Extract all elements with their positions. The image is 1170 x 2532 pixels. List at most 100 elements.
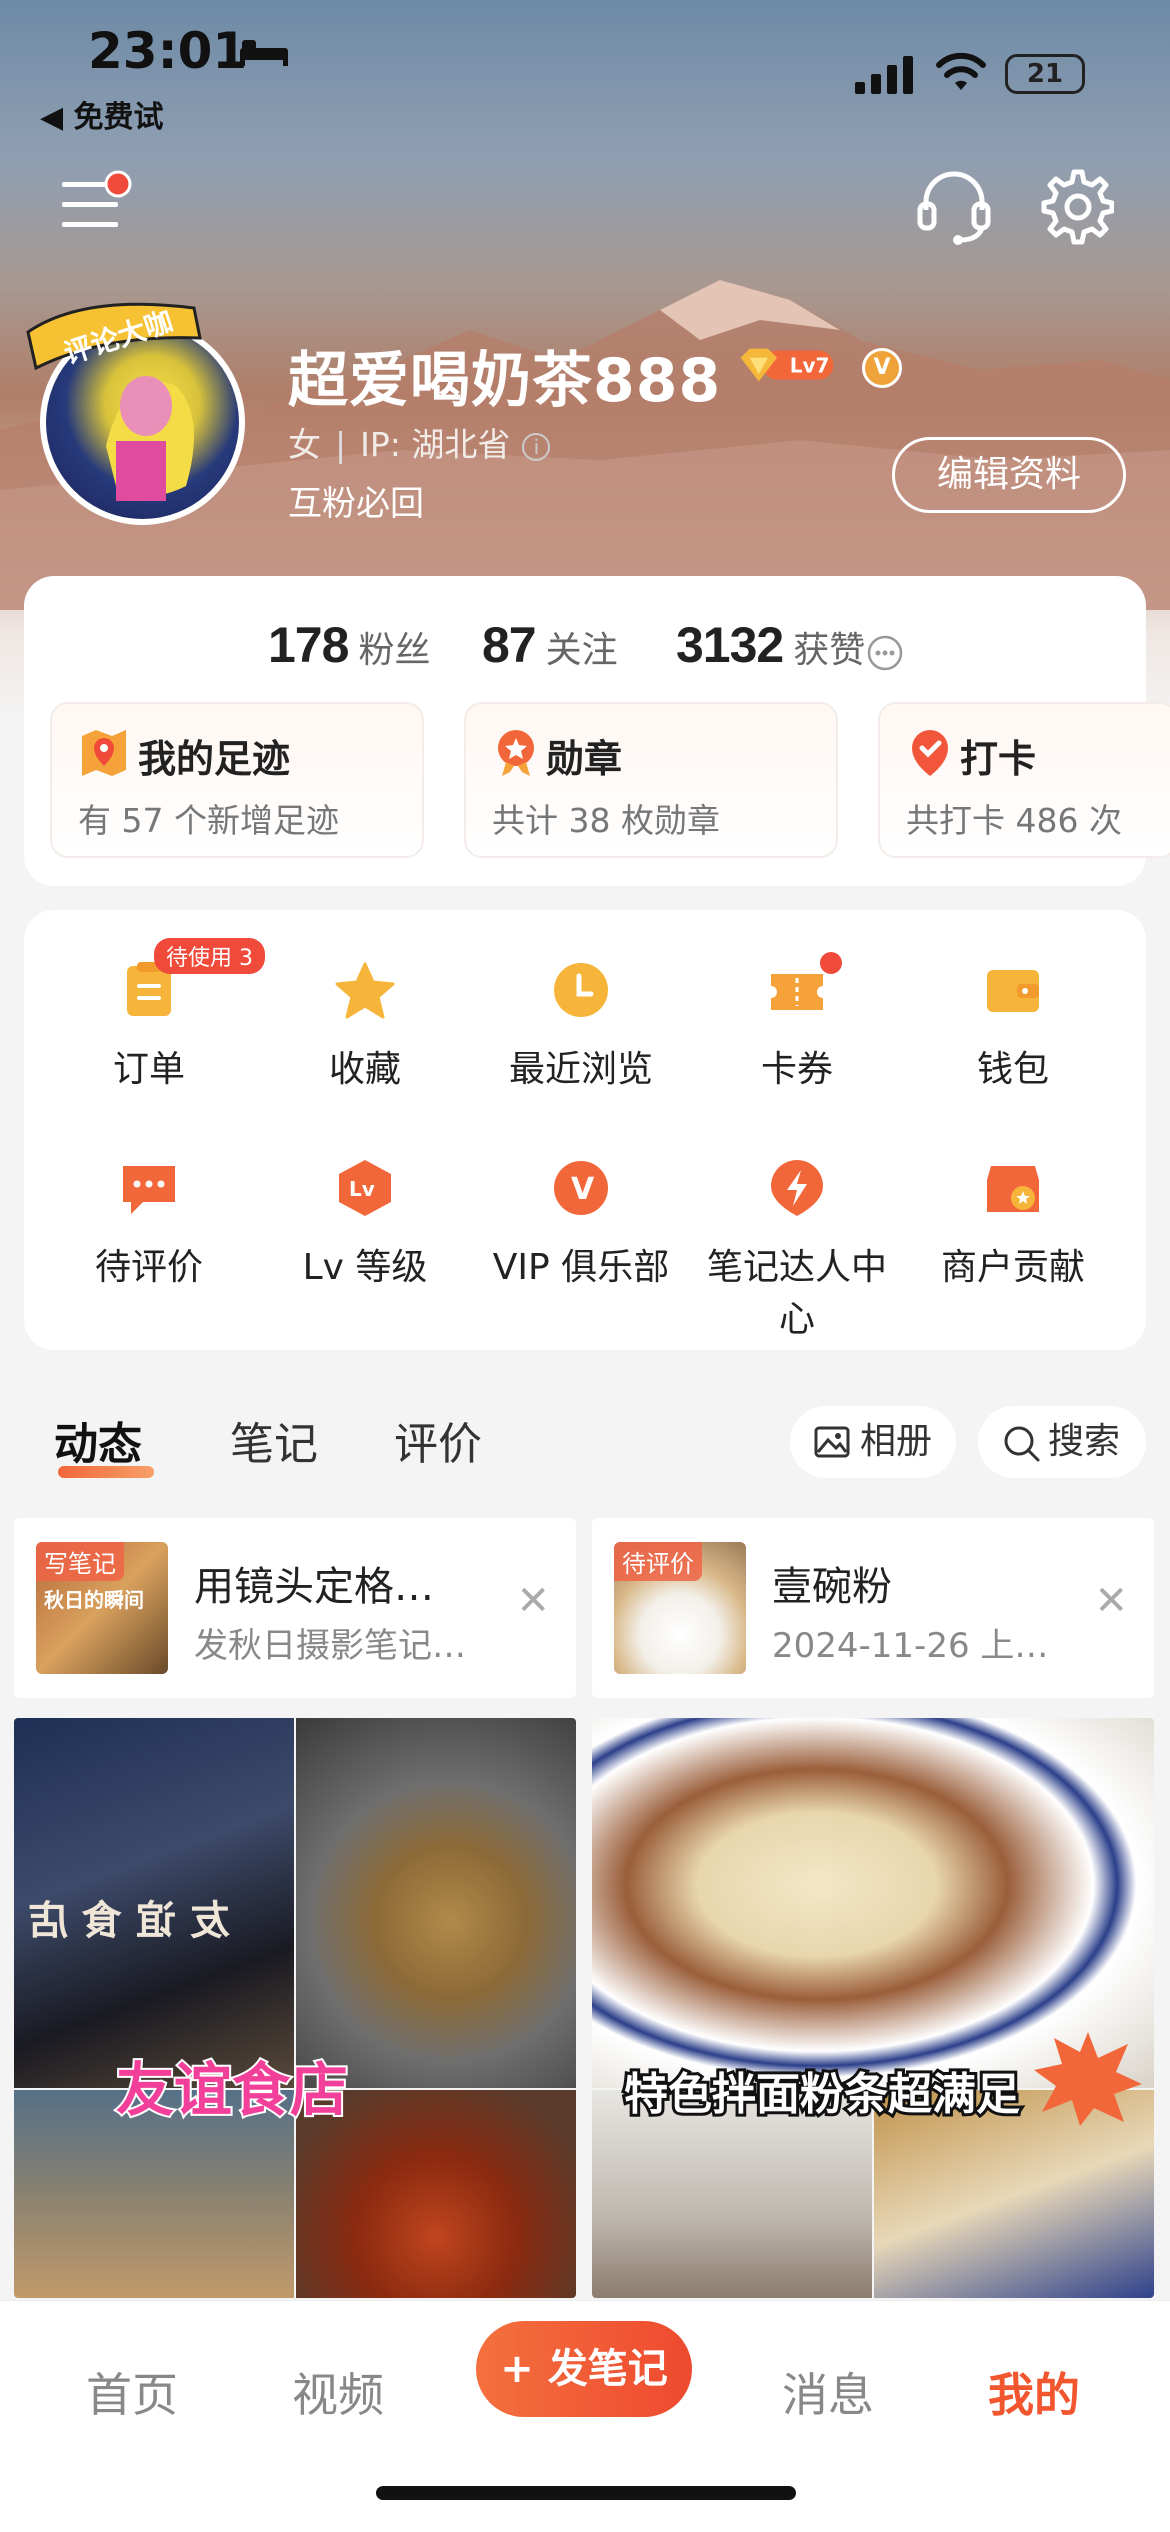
map-footprint-icon [82,730,126,776]
content-tabs: 动态 笔记 评价 相册 搜索 [0,1380,1170,1480]
grid-item-pending-review[interactable]: 待评价 [44,1138,254,1288]
publish-note-button[interactable]: + 发笔记 [476,2321,692,2417]
draft-thumbnail: 写笔记 秋日的瞬间 [36,1542,168,1674]
stat-followers[interactable]: 178 粉丝 [268,616,430,674]
grid-label-wallet: 钱包 [976,1049,1049,1090]
medal-icon [498,730,534,776]
vip-icon-glyph: V [571,1172,595,1207]
star-icon [335,962,395,1019]
grid-item-wallet[interactable]: 钱包 [908,940,1118,1090]
sleep-mode-icon [240,40,288,66]
grid-item-creator-center[interactable]: 笔记达人中心 [692,1138,902,1340]
tab-notes[interactable]: 笔记 [230,1408,318,1472]
active-tab-indicator [58,1466,154,1478]
stats-card: 178 粉丝 87 关注 3132 获赞 我的足迹 有 57 个新增足迹 勋章 共计 … [24,576,1170,886]
post-photo-fried-rice [296,1718,576,2088]
stat-following[interactable]: 87 关注 [482,616,618,674]
nav-video[interactable]: 视频 [292,2359,384,2425]
post-card-noodles[interactable]: 特色拌面粉条超满足 [592,1718,1154,2298]
checkin-pin-icon [912,730,948,776]
meta-divider: | [335,425,347,464]
customer-service-icon[interactable] [916,166,992,246]
battery-indicator: 21 [1005,54,1085,94]
tab-reviews[interactable]: 评价 [394,1408,482,1472]
grid-item-merchant-contribution[interactable]: 商户贡献 [908,1138,1118,1288]
grid-label-recent: 最近浏览 [508,1049,653,1090]
grid-label-orders: 订单 [112,1049,185,1090]
image-icon [814,1426,850,1458]
search-label: 搜索 [1048,1421,1121,1462]
starburst-sticker [1034,2032,1142,2126]
followers-label: 粉丝 [358,630,431,671]
back-to-app-link[interactable]: ◀ 免费试 [40,92,164,136]
grid-item-level[interactable]: Lv Lv 等级 [260,1138,470,1288]
likes-label: 获赞 [793,630,866,671]
wallet-icon [987,970,1039,1012]
grid-label-merchant-contribution: 商户贡献 [940,1247,1085,1288]
post-card-restaurant[interactable]: 友谊食店 友谊食店 [14,1718,576,2298]
tile-footprints[interactable]: 我的足迹 有 57 个新增足迹 [50,702,424,858]
draft-card-note[interactable]: 写笔记 秋日的瞬间 用镜头定格… 发秋日摄影笔记… ✕ [14,1518,576,1698]
orders-pending-badge: 待使用 3 [154,938,265,974]
more-options-icon[interactable] [866,634,904,672]
status-time: 23:01 [88,22,248,80]
menu-icon[interactable] [58,170,138,236]
draft-subtitle: 2024-11-26 上… [772,1626,1049,1666]
grid-item-favorites[interactable]: 收藏 [260,940,470,1090]
cellular-signal-icon [855,56,913,94]
draft-title: 壹碗粉 [772,1564,892,1610]
grid-item-coupons[interactable]: 卡券 [692,940,902,1090]
tile-checkin[interactable]: 打卡 共打卡 486 次 [878,702,1170,858]
followers-count: 178 [268,617,349,673]
ticket-icon [771,974,823,1010]
tile-footprints-sub: 有 57 个新增足迹 [78,801,339,840]
stat-likes[interactable]: 3132 获赞 [676,616,865,674]
commenter-badge: 评论大咖 [24,298,224,378]
post-photo-storefront: 友谊食店 [14,1718,294,2088]
level-icon: Lv [339,1160,391,1216]
close-icon[interactable]: ✕ [516,1578,550,1624]
tile-checkin-title: 打卡 [960,737,1037,781]
grid-label-coupons: 卡券 [760,1049,833,1090]
nav-home[interactable]: 首页 [86,2359,178,2425]
storefront-sign-text: 友谊食店 [14,1898,230,1944]
grid-label-vip: VIP 俱乐部 [492,1247,670,1288]
tab-feed[interactable]: 动态 [54,1408,142,1472]
level-badge-text: Lv7 [790,353,830,377]
grid-label-pending-review: 待评价 [94,1247,203,1288]
profile-motto: 互粉必回 [288,484,424,524]
ip-location: IP: 湖北省 [360,425,511,464]
status-bar: 23:01 ◀ 免费试 21 [0,0,1170,150]
edit-profile-button[interactable]: 编辑资料 [892,437,1126,513]
nav-me[interactable]: 我的 [988,2359,1080,2425]
level-icon-glyph: Lv [349,1177,375,1201]
close-icon[interactable]: ✕ [1094,1578,1128,1624]
tile-medals-sub: 共计 38 枚勋章 [492,801,720,840]
vip-icon: V [554,1161,608,1215]
album-button[interactable]: 相册 [790,1406,956,1478]
grid-item-vip[interactable]: V VIP 俱乐部 [476,1138,686,1288]
settings-gear-icon[interactable] [1034,166,1114,246]
draft-card-review[interactable]: 待评价 壹碗粉 2024-11-26 上… ✕ [592,1518,1154,1698]
draft-thumbnail-text: 秋日的瞬间 [44,1588,144,1612]
lightning-icon [771,1160,823,1216]
tile-medals[interactable]: 勋章 共计 38 枚勋章 [464,702,838,858]
grid-item-orders[interactable]: 待使用 3 订单 [44,938,265,1090]
tile-checkin-sub: 共打卡 486 次 [906,801,1122,840]
coupon-notification-dot [820,952,842,974]
gender-label: 女 [288,425,321,464]
nav-messages[interactable]: 消息 [782,2359,874,2425]
tile-medals-title: 勋章 [546,737,623,781]
info-icon[interactable]: i [522,432,551,461]
draft-tag: 写笔记 [36,1542,124,1581]
grid-item-recent[interactable]: 最近浏览 [476,940,686,1090]
shop-icon [987,1166,1039,1212]
draft-title: 用镜头定格… [194,1564,434,1610]
username: 超爱喝奶茶888 [288,346,722,416]
album-label: 相册 [860,1421,933,1462]
wifi-icon [936,52,986,90]
draft-subtitle: 发秋日摄影笔记… [194,1626,466,1666]
post-caption: 友谊食店 [114,2054,350,2126]
search-button[interactable]: 搜索 [978,1406,1146,1478]
clock-icon [554,963,608,1017]
